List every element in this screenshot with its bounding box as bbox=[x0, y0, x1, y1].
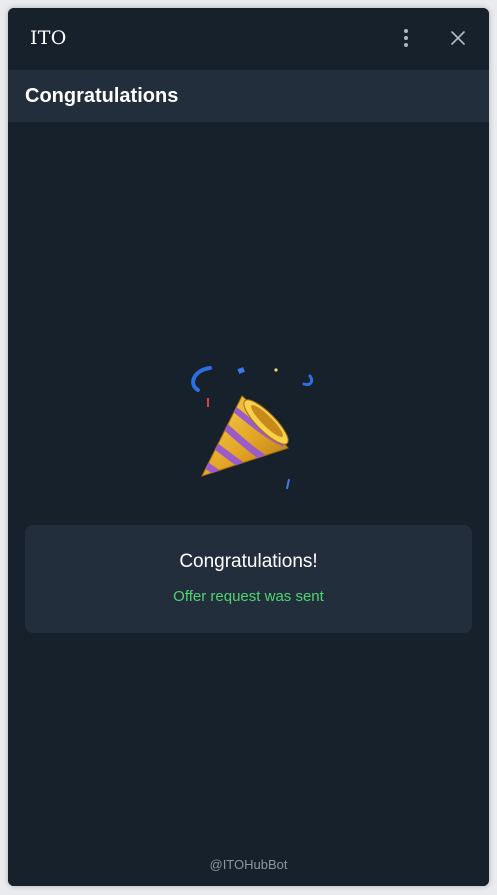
more-vertical-icon bbox=[404, 29, 408, 47]
page-title: Congratulations bbox=[25, 85, 179, 107]
bot-handle: @ITOHubBot bbox=[209, 857, 288, 872]
party-popper-icon bbox=[191, 366, 314, 490]
close-button[interactable] bbox=[446, 26, 470, 50]
card-title: Congratulations! bbox=[179, 551, 318, 572]
app-title: ITO bbox=[30, 27, 67, 49]
card-subtitle: Offer request was sent bbox=[173, 588, 324, 605]
title-bar: ITO bbox=[8, 8, 489, 70]
close-icon bbox=[451, 31, 465, 45]
main-content: Congratulations! Offer request was sent … bbox=[8, 122, 489, 886]
app-window: ITO Congratulations Congratulations! Off… bbox=[8, 8, 489, 886]
more-menu-button[interactable] bbox=[394, 26, 418, 50]
page-header: Congratulations bbox=[8, 70, 489, 122]
confirmation-card: Congratulations! Offer request was sent bbox=[25, 525, 472, 633]
